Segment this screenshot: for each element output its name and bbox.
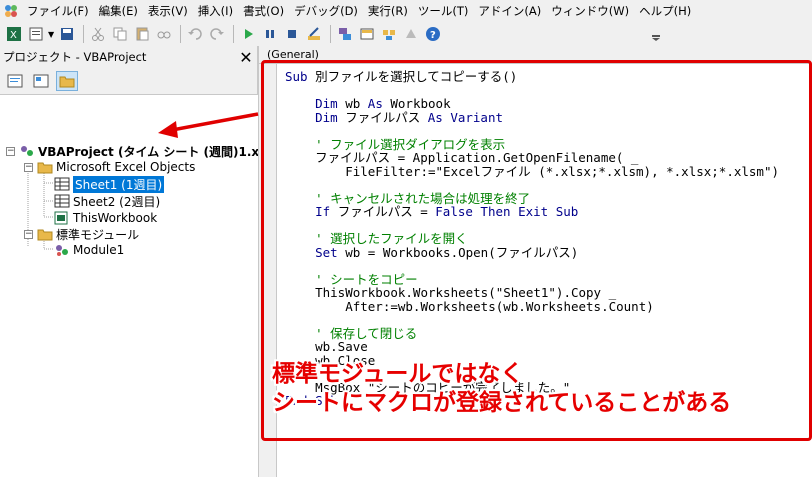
folder-icon [37,160,53,174]
menu-item[interactable]: ツール(T) [413,0,474,22]
help-icon[interactable]: ? [423,24,443,44]
project-explorer-titlebar: プロジェクト - VBAProject ✕ [0,46,257,68]
project-explorer-panel: プロジェクト - VBAProject ✕ − VBAProject (タイム [0,46,258,477]
tree-node-label: VBAProject (タイム シート (週間)1.xlsm [38,144,258,159]
menu-item[interactable]: 表示(V) [143,0,193,22]
view-code-icon[interactable] [4,71,26,91]
menu-item[interactable]: デバッグ(D) [289,0,363,22]
tree-node-module1[interactable]: Module1 [54,242,124,258]
annotation-text: 標準モジュールではなく シートにマクロが登録されていることがある [272,360,802,418]
tree-node-standard-modules[interactable]: − 標準モジュール [24,226,139,242]
find-icon[interactable] [154,24,174,44]
tree-node-label-selected: Sheet1 (1週目) [71,174,166,194]
chevron-down-icon[interactable]: ▼ [48,30,54,39]
vbe-app-icon [0,0,22,22]
worksheet-icon [54,177,70,191]
paste-icon[interactable] [132,24,152,44]
undo-icon[interactable] [185,24,205,44]
collapse-icon[interactable]: − [24,229,33,239]
folder-icon [37,227,53,241]
cut-icon[interactable] [88,24,108,44]
tree-node-label: Module1 [73,243,125,257]
toolbar-grip-icon[interactable] [651,24,661,44]
tree-node-label: Sheet2 (2週目) [73,194,161,209]
menu-bar: ファイル(F) 編集(E) 表示(V) 挿入(I) 書式(O) デバッグ(D) 実行(R) ツ… [0,0,812,22]
run-icon[interactable] [238,24,258,44]
tree-node-excel-objects[interactable]: − Microsoft Excel Objects [24,159,195,175]
svg-text:X: X [10,30,17,41]
annotation-line-2: シートにマクロが登録されていることがある [272,390,732,416]
menu-item[interactable]: ウィンドウ(W) [546,0,634,22]
menu-item[interactable]: ファイル(F) [22,0,94,22]
collapse-icon[interactable]: − [6,146,15,156]
menu-item[interactable]: ヘルプ(H) [634,0,696,22]
insert-module-icon[interactable] [26,24,46,44]
redo-icon[interactable] [207,24,227,44]
menu-items: ファイル(F) 編集(E) 表示(V) 挿入(I) 書式(O) デバッグ(D) 実行(R) ツ… [22,0,696,22]
workbook-icon [54,211,70,225]
tree-node-thisworkbook[interactable]: ThisWorkbook [54,210,157,226]
project-explorer-toolbar [0,68,257,94]
vbaproject-icon [19,144,35,158]
menu-item[interactable]: 書式(O) [238,0,289,22]
pause-icon[interactable] [260,24,280,44]
project-explorer-title: プロジェクト - VBAProject [3,50,147,64]
menu-item[interactable]: 挿入(I) [193,0,238,22]
menu-item[interactable]: 編集(E) [94,0,143,22]
project-tree: − VBAProject (タイム シート (週間)1.xlsm − Micro… [0,94,258,477]
toolbar-separator [83,25,85,43]
worksheet-icon [54,194,70,208]
save-icon[interactable] [57,24,77,44]
copy-icon[interactable] [110,24,130,44]
position-indicator [451,25,652,43]
tree-node-label: Microsoft Excel Objects [56,160,196,174]
tree-node-label: ThisWorkbook [73,211,158,225]
tree-node-sheet1[interactable]: Sheet1 (1週目) [54,174,166,194]
project-explorer-icon[interactable] [335,24,355,44]
tree-node-vbaproject[interactable]: − VBAProject (タイム シート (週間)1.xlsm [6,143,258,159]
svg-text:?: ? [430,30,436,41]
toolbar-separator [330,25,332,43]
tree-node-sheet2[interactable]: Sheet2 (2週目) [54,193,160,209]
toolbar-separator [233,25,235,43]
toolbox-icon[interactable] [401,24,421,44]
tree-node-label: 標準モジュール [56,227,140,242]
design-mode-icon[interactable] [304,24,324,44]
object-browser-icon[interactable] [379,24,399,44]
menu-item[interactable]: 実行(R) [363,0,413,22]
menu-item[interactable]: アドイン(A) [473,0,546,22]
toolbar-separator [180,25,182,43]
collapse-icon[interactable]: − [24,162,33,172]
properties-icon[interactable] [357,24,377,44]
module-icon [54,243,70,257]
close-icon[interactable]: ✕ [237,48,255,67]
annotation-line-1: 標準モジュールではなく [272,361,524,387]
excel-view-icon[interactable]: X [4,24,24,44]
stop-icon[interactable] [282,24,302,44]
toggle-folders-icon[interactable] [56,71,78,91]
view-object-icon[interactable] [30,71,52,91]
standard-toolbar: X ▼ ? [0,22,812,46]
